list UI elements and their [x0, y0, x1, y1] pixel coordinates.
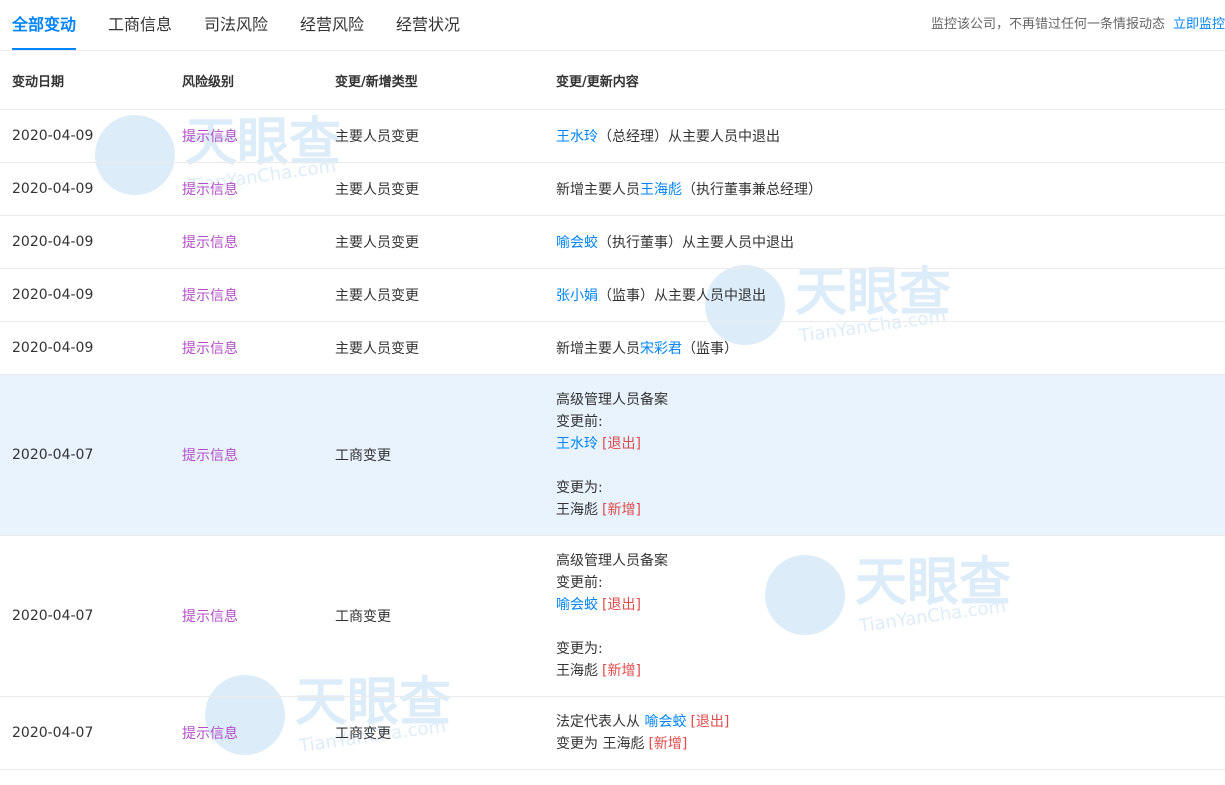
- content-text: （总经理）从主要人员中退出: [598, 129, 780, 145]
- monitor-promo-text: 监控该公司，不再错过任何一条情报动态: [930, 17, 1165, 32]
- status-tag: [退出]: [602, 597, 641, 613]
- row-type: 主要人员变更: [323, 215, 544, 269]
- table-row: 2020-04-09 提示信息 主要人员变更 王水玲（总经理）从主要人员中退出: [0, 109, 1225, 163]
- detail-name: 王海彪: [602, 736, 645, 752]
- content-text: （执行董事兼总经理）: [682, 182, 822, 198]
- row-type: 工商变更: [323, 535, 544, 697]
- table-row: 2020-04-09 提示信息 主要人员变更 喻会蛟（执行董事）从主要人员中退出: [0, 215, 1225, 269]
- row-content: 高级管理人员备案 变更前: 王水玲 [退出] 变更为: 王海彪 [新增]: [544, 374, 1225, 536]
- tab-business-info[interactable]: 工商信息: [108, 0, 172, 50]
- tab-operating-status[interactable]: 经营状况: [396, 0, 460, 50]
- content-text: （执行董事）从主要人员中退出: [598, 235, 794, 251]
- row-date: 2020-04-09: [0, 215, 170, 269]
- row-content: 王水玲（总经理）从主要人员中退出: [544, 109, 1225, 163]
- table-row: 2020-04-09 提示信息 主要人员变更 新增主要人员宋彩君（监事）: [0, 321, 1225, 375]
- row-content: 新增主要人员宋彩君（监事）: [544, 321, 1225, 375]
- risk-level-link[interactable]: 提示信息: [182, 609, 238, 625]
- person-link[interactable]: 王水玲: [556, 436, 598, 452]
- status-tag: [新增]: [602, 663, 641, 679]
- person-link[interactable]: 王海彪: [640, 182, 682, 198]
- tab-all-changes[interactable]: 全部变动: [12, 0, 77, 50]
- risk-level-link[interactable]: 提示信息: [182, 341, 238, 357]
- detail-name: 王海彪: [556, 502, 598, 518]
- risk-level-link[interactable]: 提示信息: [182, 182, 238, 198]
- row-type: 工商变更: [323, 696, 544, 770]
- status-tag: [退出]: [602, 436, 641, 452]
- row-date: 2020-04-07: [0, 535, 170, 697]
- row-content: 新增主要人员王海彪（执行董事兼总经理）: [544, 162, 1225, 216]
- row-content: 喻会蛟（执行董事）从主要人员中退出: [544, 215, 1225, 269]
- content-text: 新增主要人员: [556, 341, 640, 357]
- risk-level-link[interactable]: 提示信息: [182, 288, 238, 304]
- detail-before-label: 变更前:: [556, 575, 603, 591]
- table-row: 2020-04-09 提示信息 主要人员变更 张小娟（监事）从主要人员中退出: [0, 268, 1225, 322]
- risk-level-link[interactable]: 提示信息: [182, 448, 238, 464]
- content-text: （监事）: [682, 341, 738, 357]
- table-row: 2020-04-07 提示信息 工商变更 高级管理人员备案 变更前: 喻会蛟 [退…: [0, 535, 1225, 697]
- monitor-promo: 监控该公司，不再错过任何一条情报动态 立即监控: [931, 0, 1225, 50]
- col-header-change-content: 变更/更新内容: [544, 51, 1225, 110]
- detail-title: 高级管理人员备案: [556, 392, 668, 408]
- risk-level-link[interactable]: 提示信息: [182, 129, 238, 145]
- col-header-change-type: 变更/新增类型: [323, 51, 544, 110]
- detail-before-label: 变更前:: [556, 414, 603, 430]
- row-type: 工商变更: [323, 374, 544, 536]
- person-link[interactable]: 王水玲: [556, 129, 598, 145]
- person-link[interactable]: 喻会蛟: [644, 714, 686, 730]
- table-row: 2020-04-07 提示信息 工商变更 高级管理人员备案 变更前: 王水玲 [退…: [0, 374, 1225, 536]
- legal-line2: 变更为: [556, 736, 598, 752]
- col-header-date: 变动日期: [0, 51, 170, 110]
- tab-judicial-risk[interactable]: 司法风险: [204, 0, 268, 50]
- detail-after-label: 变更为:: [556, 480, 603, 496]
- detail-name: 王海彪: [556, 663, 598, 679]
- table-row: 2020-04-09 提示信息 主要人员变更 新增主要人员王海彪（执行董事兼总经…: [0, 162, 1225, 216]
- row-type: 主要人员变更: [323, 109, 544, 163]
- monitor-now-link[interactable]: 立即监控: [1173, 17, 1225, 32]
- changes-table: 变动日期 风险级别 变更/新增类型 变更/更新内容 2020-04-09 提示信…: [0, 51, 1225, 770]
- row-date: 2020-04-09: [0, 109, 170, 163]
- row-date: 2020-04-09: [0, 321, 170, 375]
- risk-level-link[interactable]: 提示信息: [182, 235, 238, 251]
- row-date: 2020-04-09: [0, 268, 170, 322]
- row-content: 高级管理人员备案 变更前: 喻会蛟 [退出] 变更为: 王海彪 [新增]: [544, 535, 1225, 697]
- person-link[interactable]: 宋彩君: [640, 341, 682, 357]
- row-date: 2020-04-07: [0, 696, 170, 770]
- person-link[interactable]: 张小娟: [556, 288, 598, 304]
- row-date: 2020-04-09: [0, 162, 170, 216]
- person-link[interactable]: 喻会蛟: [556, 235, 598, 251]
- tab-bar: 全部变动 工商信息 司法风险 经营风险 经营状况 监控该公司，不再错过任何一条情…: [0, 0, 1225, 51]
- row-type: 主要人员变更: [323, 268, 544, 322]
- detail-title: 高级管理人员备案: [556, 553, 668, 569]
- status-tag: [新增]: [602, 502, 641, 518]
- tab-operational-risk[interactable]: 经营风险: [300, 0, 364, 50]
- status-tag: [新增]: [648, 736, 688, 752]
- table-row: 2020-04-07 提示信息 工商变更 法定代表人从 喻会蛟 [退出] 变更为 …: [0, 696, 1225, 770]
- content-text: 新增主要人员: [556, 182, 640, 198]
- detail-after-label: 变更为:: [556, 641, 603, 657]
- col-header-risk-level: 风险级别: [170, 51, 323, 110]
- content-text: （监事）从主要人员中退出: [598, 288, 766, 304]
- row-content: 张小娟（监事）从主要人员中退出: [544, 268, 1225, 322]
- table-header-row: 变动日期 风险级别 变更/新增类型 变更/更新内容: [0, 51, 1225, 110]
- person-link[interactable]: 喻会蛟: [556, 597, 598, 613]
- legal-line1: 法定代表人从: [556, 714, 640, 730]
- row-type: 主要人员变更: [323, 321, 544, 375]
- row-date: 2020-04-07: [0, 374, 170, 536]
- row-type: 主要人员变更: [323, 162, 544, 216]
- row-content: 法定代表人从 喻会蛟 [退出] 变更为 王海彪 [新增]: [544, 696, 1225, 770]
- risk-level-link[interactable]: 提示信息: [182, 726, 238, 742]
- status-tag: [退出]: [690, 714, 730, 730]
